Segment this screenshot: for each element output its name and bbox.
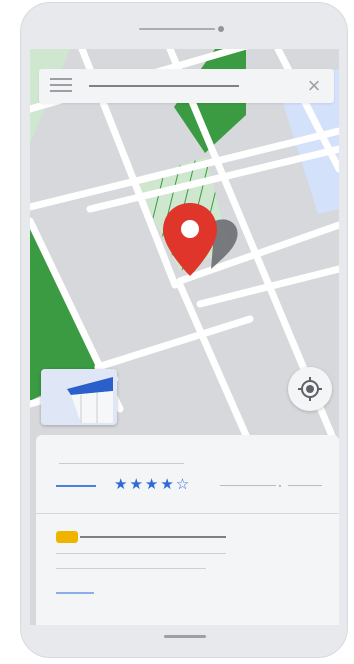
sheet-divider bbox=[36, 513, 339, 514]
rating-row: ★★★★☆ bbox=[36, 475, 339, 497]
layers-icon bbox=[41, 369, 117, 425]
place-title-placeholder bbox=[59, 463, 184, 464]
phone-speaker bbox=[139, 28, 215, 30]
review-count-placeholder bbox=[220, 485, 276, 486]
close-icon[interactable]: × bbox=[304, 75, 324, 97]
separator-dot bbox=[279, 485, 281, 487]
search-query-placeholder bbox=[89, 85, 239, 87]
place-detail-placeholder bbox=[56, 568, 206, 569]
my-location-button[interactable] bbox=[288, 367, 332, 411]
home-indicator[interactable] bbox=[164, 635, 206, 638]
map-screen: × ★★★★☆ bbox=[30, 49, 339, 625]
my-location-icon bbox=[298, 377, 322, 401]
star-rating: ★★★★☆ bbox=[114, 475, 192, 493]
place-info-sheet[interactable]: ★★★★☆ bbox=[36, 435, 339, 625]
place-detail-placeholder bbox=[80, 536, 226, 538]
search-bar[interactable]: × bbox=[39, 69, 334, 103]
phone-camera bbox=[218, 26, 224, 32]
action-link-placeholder[interactable] bbox=[56, 592, 94, 594]
phone-frame: × ★★★★☆ bbox=[20, 2, 348, 658]
status-badge bbox=[56, 531, 78, 543]
map-layers-button[interactable] bbox=[41, 369, 117, 425]
rating-value-placeholder bbox=[56, 485, 96, 487]
category-placeholder bbox=[288, 485, 322, 486]
place-detail-placeholder bbox=[56, 553, 226, 554]
hamburger-menu-icon[interactable] bbox=[50, 78, 72, 94]
